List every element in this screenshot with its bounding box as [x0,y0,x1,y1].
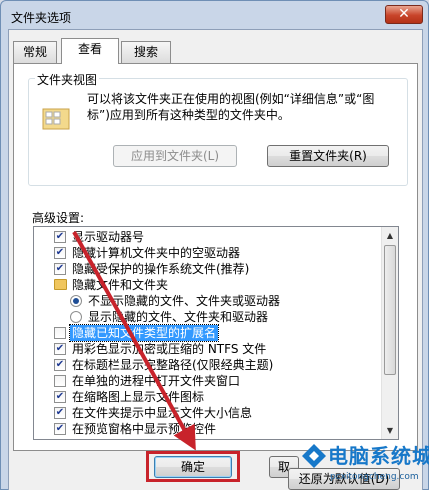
settings-row-label: 隐藏受保护的操作系统文件(推荐) [72,262,250,276]
settings-row-label: 在文件夹提示中显示文件大小信息 [72,406,253,420]
close-icon: ✕ [398,6,410,22]
settings-row[interactable]: ✔ 隐藏受保护的操作系统文件(推荐) [34,261,381,277]
settings-row[interactable]: ✔ 在缩略图上显示文件图标 [34,389,381,405]
settings-row[interactable]: ✔ 在标题栏显示完整路径(仅限经典主题) [34,357,381,373]
settings-row-label: 隐藏计算机文件夹中的空驱动器 [72,246,241,260]
checkbox[interactable]: ✔ [54,391,66,403]
settings-row-label: 隐藏文件和文件夹 [72,278,169,292]
settings-row[interactable]: ✔ 在预览窗格中显示预览控件 [34,421,381,437]
tab-general[interactable]: 常规 [13,41,57,63]
folder-view-group: 文件夹视图 可以将该文件夹正在使用的视图(例如“详细信息”或“图标”)应用到所有… [28,71,408,186]
tab-search[interactable]: 搜索 [121,41,171,63]
window-title: 文件夹选项 [11,11,72,25]
checkbox[interactable]: ✔ [54,423,66,435]
folder-options-window: 文件夹选项 ✕ 常规 查看 搜索 文件夹视图 可以将该文件夹正在使用的视图(例如… [0,0,429,490]
settings-row-label: 在单独的进程中打开文件夹窗口 [72,374,241,388]
watermark-text: 电脑系统城 [328,444,429,468]
scrollbar-thumb[interactable] [384,245,396,375]
apply-to-folders-button[interactable]: 应用到文件夹(L) [113,145,237,167]
settings-row-label: 在缩略图上显示文件图标 [72,390,205,404]
settings-row-label: 在标题栏显示完整路径(仅限经典主题) [72,358,274,372]
close-button[interactable]: ✕ [385,5,423,24]
ok-button-highlight [146,451,240,482]
settings-row[interactable]: ✔ 用彩色显示加密或压缩的 NTFS 文件 [34,341,381,357]
settings-row[interactable]: ✔ 隐藏计算机文件夹中的空驱动器 [34,245,381,261]
settings-row-label: 显示驱动器号 [72,230,145,244]
settings-row-label: 隐藏已知文件类型的扩展名 [68,324,220,342]
settings-row[interactable]: 显示隐藏的文件、文件夹和驱动器 [34,309,381,325]
settings-row-label: 不显示隐藏的文件、文件夹或驱动器 [88,294,281,308]
tab-view[interactable]: 查看 [61,38,119,64]
watermark-logo-icon [302,444,326,468]
settings-row[interactable]: 在单独的进程中打开文件夹窗口 [34,373,381,389]
settings-row-label: 用彩色显示加密或压缩的 NTFS 文件 [72,342,267,356]
checkbox[interactable]: ✔ [54,263,66,275]
settings-row[interactable]: ✔ 显示驱动器号 [34,229,381,245]
folder-view-description: 可以将该文件夹正在使用的视图(例如“详细信息”或“图标”)应用到所有这种类型的文… [87,92,375,122]
checkbox[interactable]: ✔ [54,247,66,259]
settings-row-label: 在预览窗格中显示预览控件 [72,422,217,436]
folder-view-legend: 文件夹视图 [35,71,100,88]
watermark: 电脑系统城 pcxitongcheng.com [300,436,429,490]
checkbox[interactable]: ✔ [54,343,66,355]
settings-row[interactable]: 不显示隐藏的文件、文件夹或驱动器 [34,293,381,309]
checkbox[interactable] [54,375,66,387]
scroll-up-icon[interactable]: ▲ [382,227,398,244]
view-tab-page: 文件夹视图 可以将该文件夹正在使用的视图(例如“详细信息”或“图标”)应用到所有… [13,63,418,490]
checkbox[interactable]: ✔ [54,359,66,371]
checkbox[interactable]: ✔ [54,231,66,243]
radio-button[interactable] [70,311,82,323]
checkbox[interactable]: ✔ [54,407,66,419]
folder-icon [54,279,67,290]
settings-row[interactable]: ✔ 在文件夹提示中显示文件大小信息 [34,405,381,421]
advanced-settings-list[interactable]: ✔ 显示驱动器号 ✔ 隐藏计算机文件夹中的空驱动器 ✔ 隐藏受保护的操作系统文件(推荐) 隐… [33,226,399,440]
settings-row-label: 显示隐藏的文件、文件夹和驱动器 [88,310,269,324]
folder-icon [42,108,70,130]
advanced-settings-label: 高级设置: [32,211,85,225]
checkbox[interactable] [54,327,66,339]
settings-row[interactable]: 隐藏文件和文件夹 [34,277,381,293]
vertical-scrollbar[interactable]: ▲ ▼ [381,227,398,439]
reset-folders-button[interactable]: 重置文件夹(R) [267,145,389,167]
dialog-client-area: 常规 查看 搜索 文件夹视图 可以将该文件夹正在使用的视图(例如“详细信息”或“… [8,29,423,490]
watermark-url: pcxitongcheng.com [330,472,419,482]
radio-button[interactable] [70,295,82,307]
settings-row[interactable]: 隐藏已知文件类型的扩展名 [34,324,381,342]
